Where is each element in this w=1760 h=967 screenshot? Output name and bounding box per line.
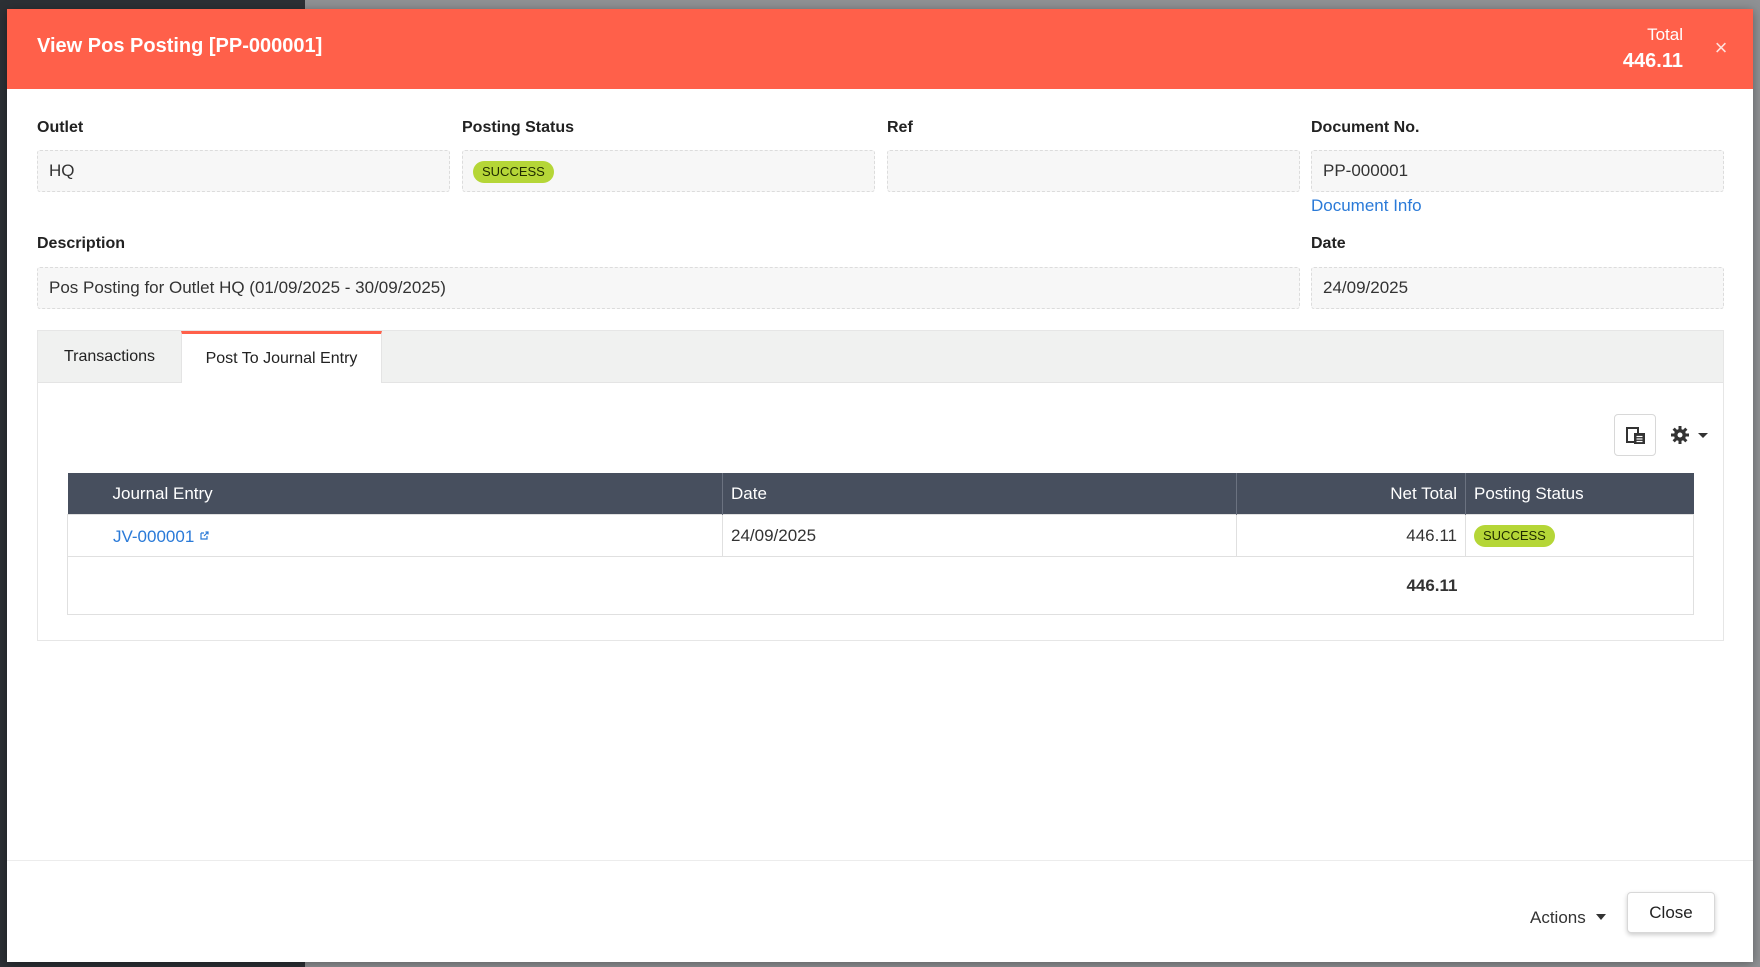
gear-icon [1671,426,1689,444]
status-badge: SUCCESS [1474,524,1555,547]
total-value: 446.11 [1622,50,1683,72]
column-header-net-total[interactable]: Net Total [1236,473,1466,515]
document-no-label: Document No. [1311,119,1420,136]
total-label: Total [1647,25,1683,44]
document-info-link[interactable]: Document Info [1311,196,1422,216]
table-row: JV-000001 24/09/2025 446.11 SUCCESS [67,514,1694,557]
date-cell: 24/09/2025 [722,514,1237,557]
posting-status-cell: SUCCESS [1465,514,1694,557]
table-header-row: Journal Entry Date Net Total Posting Sta… [67,473,1694,515]
net-total-cell: 446.11 [1236,514,1466,557]
tab-transactions[interactable]: Transactions [38,331,181,382]
ref-field[interactable] [887,150,1300,192]
column-layout-icon [1626,427,1645,444]
actions-label: Actions [1530,908,1586,927]
table-footer-row: 446.11 [67,556,1694,615]
journal-entry-cell: JV-000001 [67,514,723,557]
footer-empty-cell [722,556,1237,615]
description-field[interactable]: Pos Posting for Outlet HQ (01/09/2025 - … [37,267,1300,309]
column-header-journal-entry[interactable]: Journal Entry [67,473,723,515]
close-icon[interactable]: × [1709,36,1733,60]
tab-post-to-journal-entry[interactable]: Post To Journal Entry [181,331,382,383]
column-header-date[interactable]: Date [722,473,1237,515]
date-field[interactable]: 24/09/2025 [1311,267,1724,309]
description-label: Description [37,235,126,252]
tabs-bar: Transactions Post To Journal Entry [38,331,1723,383]
column-header-posting-status[interactable]: Posting Status [1465,473,1694,515]
view-pos-posting-modal: View Pos Posting [PP-000001] Total 446.1… [7,9,1753,962]
posting-status-field: SUCCESS [462,150,875,192]
tabs-panel: Transactions Post To Journal Entry Journ… [37,330,1724,641]
column-layout-button[interactable] [1614,414,1656,456]
footer-divider [7,860,1753,861]
settings-dropdown-button[interactable] [1670,419,1714,451]
external-link-icon[interactable] [200,525,209,545]
modal-header: View Pos Posting [PP-000001] Total 446.1… [7,9,1753,89]
footer-empty-cell [67,556,723,615]
outlet-label: Outlet [37,119,84,136]
actions-dropdown-button[interactable]: Actions [1530,902,1606,934]
document-no-field[interactable]: PP-000001 [1311,150,1724,192]
journal-entry-table: Journal Entry Date Net Total Posting Sta… [67,473,1694,615]
close-button[interactable]: Close [1627,892,1715,933]
posting-status-label: Posting Status [462,119,575,136]
outlet-field[interactable]: HQ [37,150,450,192]
footer-net-total: 446.11 [1236,556,1466,615]
caret-down-icon [1595,914,1606,920]
journal-entry-link[interactable]: JV-000001 [113,527,194,546]
modal-title: View Pos Posting [PP-000001] [37,35,323,57]
date-label: Date [1311,235,1346,252]
ref-label: Ref [887,119,913,136]
chevron-down-icon [1698,433,1708,438]
footer-empty-cell [1465,556,1694,615]
status-badge: SUCCESS [473,160,554,183]
